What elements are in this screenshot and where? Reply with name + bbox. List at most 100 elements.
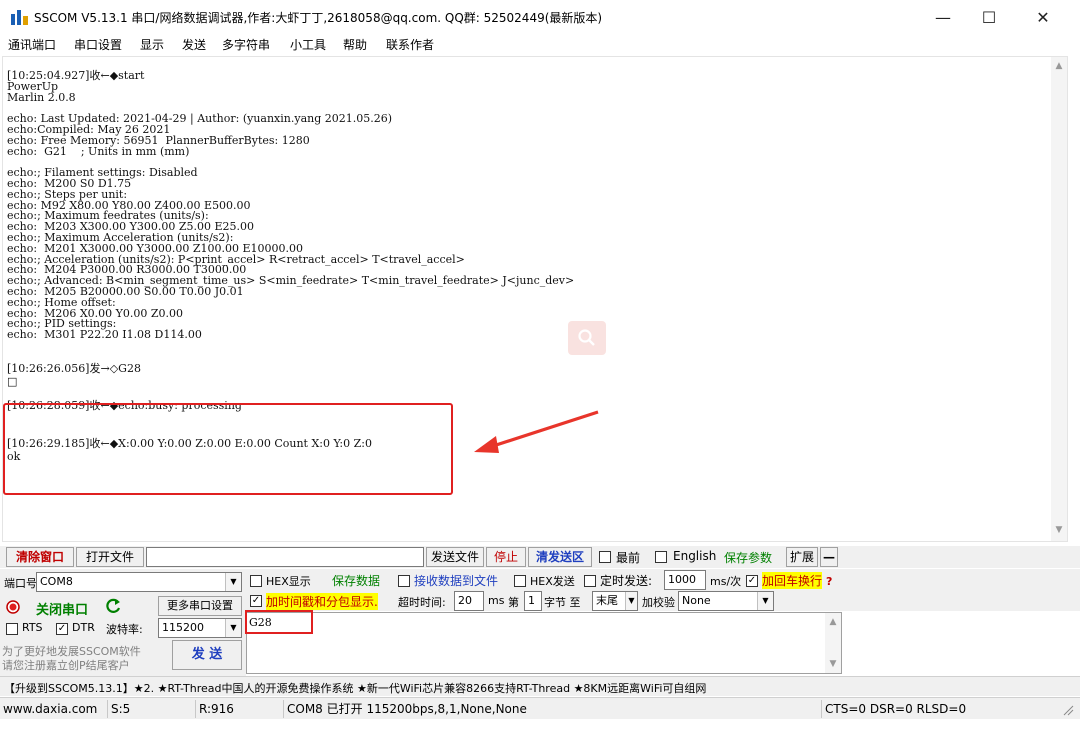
timed-send-label: 定时发送:: [600, 574, 653, 588]
highlight-box: [3, 403, 453, 495]
rts-checkbox[interactable]: [6, 623, 18, 635]
website-link[interactable]: www.daxia.com: [0, 700, 108, 718]
menu-port[interactable]: 通讯端口: [8, 36, 56, 53]
receive-line: [7, 341, 1047, 352]
menu-bar: 通讯端口 串口设置 显示 发送 多字符串 小工具 帮助 联系作者: [0, 34, 1080, 54]
timeout-label: 超时时间:: [398, 596, 446, 609]
hex-send-label: HEX发送: [530, 575, 575, 588]
port-select[interactable]: COM8 ▼: [36, 572, 242, 592]
save-data-button[interactable]: 保存数据: [332, 572, 380, 589]
scroll-up-icon[interactable]: ▲: [1054, 61, 1064, 71]
timed-interval-input[interactable]: 1000: [664, 570, 706, 590]
byte-to-label: 字节 至: [544, 596, 581, 609]
receive-line: [10:26:26.056]发→◇G28: [7, 361, 141, 375]
recv-to-file-label[interactable]: 接收数据到文件: [414, 572, 498, 589]
hex-send-checkbox[interactable]: [514, 575, 526, 587]
chevron-down-icon[interactable]: ▼: [225, 619, 241, 637]
sscom-app-icon: [11, 10, 28, 25]
port-panel: 端口号 COM8 ▼ 关闭串口 更多串口设置 RTS ✓ DTR 波特率: 11…: [0, 569, 246, 676]
port-value: COM8: [40, 575, 73, 588]
checksum-select[interactable]: None ▼: [678, 591, 774, 611]
english-label: English: [673, 549, 717, 563]
received-count: R:916: [196, 700, 284, 718]
receive-area[interactable]: [10:25:04.927]收←◆start PowerUp Marlin 2.0.…: [2, 56, 1068, 542]
menu-tools[interactable]: 小工具: [290, 36, 326, 53]
menu-multi-string[interactable]: 多字符串: [222, 36, 270, 53]
dtr-checkbox[interactable]: ✓: [56, 623, 68, 635]
dtr-label: DTR: [72, 621, 95, 634]
maximize-icon[interactable]: ☐: [966, 0, 1012, 34]
topmost-label: 最前: [616, 551, 641, 565]
save-params-button[interactable]: 保存参数: [724, 549, 772, 566]
options-row-1: HEX显示 保存数据 接收数据到文件 HEX发送 定时发送: 1000 ms/次…: [246, 569, 1080, 591]
clear-window-button[interactable]: 清除窗口: [6, 547, 74, 567]
more-settings-button[interactable]: 更多串口设置: [158, 596, 242, 616]
status-bar: www.daxia.com S:5 R:916 COM8 已打开 115200b…: [0, 697, 1080, 719]
stop-button[interactable]: 停止: [486, 547, 526, 567]
menu-help[interactable]: 帮助: [343, 36, 367, 53]
timed-send-checkbox[interactable]: [584, 575, 596, 587]
timeout-input[interactable]: 20: [454, 591, 484, 611]
receive-line: □: [7, 374, 18, 388]
crlf-checkbox[interactable]: ✓: [746, 575, 758, 587]
port-label: 端口号: [4, 577, 37, 590]
receive-line: Marlin 2.0.8: [7, 90, 76, 104]
receive-line: echo: M301 P22.20 I1.08 D114.00: [7, 328, 202, 342]
send-highlight-box: [245, 610, 313, 634]
promo-line-2[interactable]: 请您注册嘉立创P结尾客户: [2, 657, 130, 673]
recv-to-file-checkbox[interactable]: [398, 575, 410, 587]
timestamp-label: 加时间戳和分包显示.: [266, 593, 378, 610]
receive-line: echo: M200 S0 D1.75: [7, 176, 132, 190]
byte-index-input[interactable]: 1: [524, 591, 542, 611]
refresh-icon[interactable]: [106, 598, 122, 614]
signal-status: CTS=0 DSR=0 RLSD=0: [825, 702, 967, 716]
scroll-down-icon[interactable]: ▼: [1054, 525, 1064, 535]
resize-grip-icon[interactable]: [1062, 704, 1074, 716]
promo-text[interactable]: 【升级到SSCOM5.13.1】★2. ★RT-Thread中国人的开源免费操作…: [4, 680, 706, 696]
menu-serial-settings[interactable]: 串口设置: [74, 36, 122, 53]
clear-send-button[interactable]: 清发送区: [528, 547, 592, 567]
menu-send[interactable]: 发送: [182, 36, 206, 53]
chevron-down-icon[interactable]: ▼: [225, 573, 241, 591]
receive-line: echo: M205 B20000.00 S0.00 T0.00 J0.01: [7, 284, 244, 298]
chevron-down-icon[interactable]: ▼: [757, 592, 773, 610]
watermark-icon: [568, 321, 606, 355]
send-file-button[interactable]: 发送文件: [426, 547, 484, 567]
menu-display[interactable]: 显示: [140, 36, 164, 53]
receive-line: [10:25:04.927]收←◆start: [7, 69, 145, 82]
english-checkbox[interactable]: [655, 551, 667, 563]
checksum-value: None: [682, 594, 711, 607]
file-path-input[interactable]: [146, 547, 424, 567]
chevron-down-icon[interactable]: ▼: [625, 592, 637, 610]
scroll-up-icon[interactable]: ▲: [828, 617, 838, 627]
end-select[interactable]: 末尾 ▼: [592, 591, 638, 611]
receive-scrollbar[interactable]: ▲ ▼: [1051, 57, 1067, 541]
topmost-checkbox[interactable]: [599, 551, 611, 563]
timed-unit-label: ms/次: [710, 575, 742, 588]
promo-bar: 【升级到SSCOM5.13.1】★2. ★RT-Thread中国人的开源免费操作…: [0, 676, 1080, 696]
help-icon[interactable]: ?: [826, 575, 832, 588]
minimize-icon[interactable]: —: [920, 0, 966, 34]
byte-from-label: 第: [508, 596, 519, 609]
receive-line: echo: G21 ; Units in mm (mm): [7, 144, 190, 158]
expand-button[interactable]: 扩展: [786, 547, 818, 567]
send-textarea[interactable]: G28 ▲ ▼: [246, 612, 842, 674]
sent-count: S:5: [108, 700, 196, 718]
title-bar: SSCOM V5.13.1 串口/网络数据调试器,作者:大虾丁丁,2618058…: [0, 0, 1080, 34]
open-file-button[interactable]: 打开文件: [76, 547, 144, 567]
close-icon[interactable]: ✕: [1020, 0, 1066, 34]
port-status: COM8 已打开 115200bps,8,1,None,None: [284, 700, 822, 718]
menu-contact[interactable]: 联系作者: [386, 36, 434, 53]
timestamp-checkbox[interactable]: ✓: [250, 595, 262, 607]
baud-select[interactable]: 115200 ▼: [158, 618, 242, 638]
close-port-button[interactable]: 关闭串口: [36, 599, 88, 618]
hex-display-label: HEX显示: [266, 575, 311, 588]
receive-line: echo: M206 X0.00 Y0.00 Z0.00: [7, 306, 184, 320]
receive-line: PowerUp: [7, 79, 59, 93]
collapse-button[interactable]: —: [820, 547, 838, 567]
send-scrollbar[interactable]: ▲ ▼: [825, 613, 841, 673]
send-button[interactable]: 发 送: [172, 640, 242, 670]
hex-display-checkbox[interactable]: [250, 575, 262, 587]
annotation-arrow-icon: [474, 410, 599, 453]
scroll-down-icon[interactable]: ▼: [828, 659, 838, 669]
